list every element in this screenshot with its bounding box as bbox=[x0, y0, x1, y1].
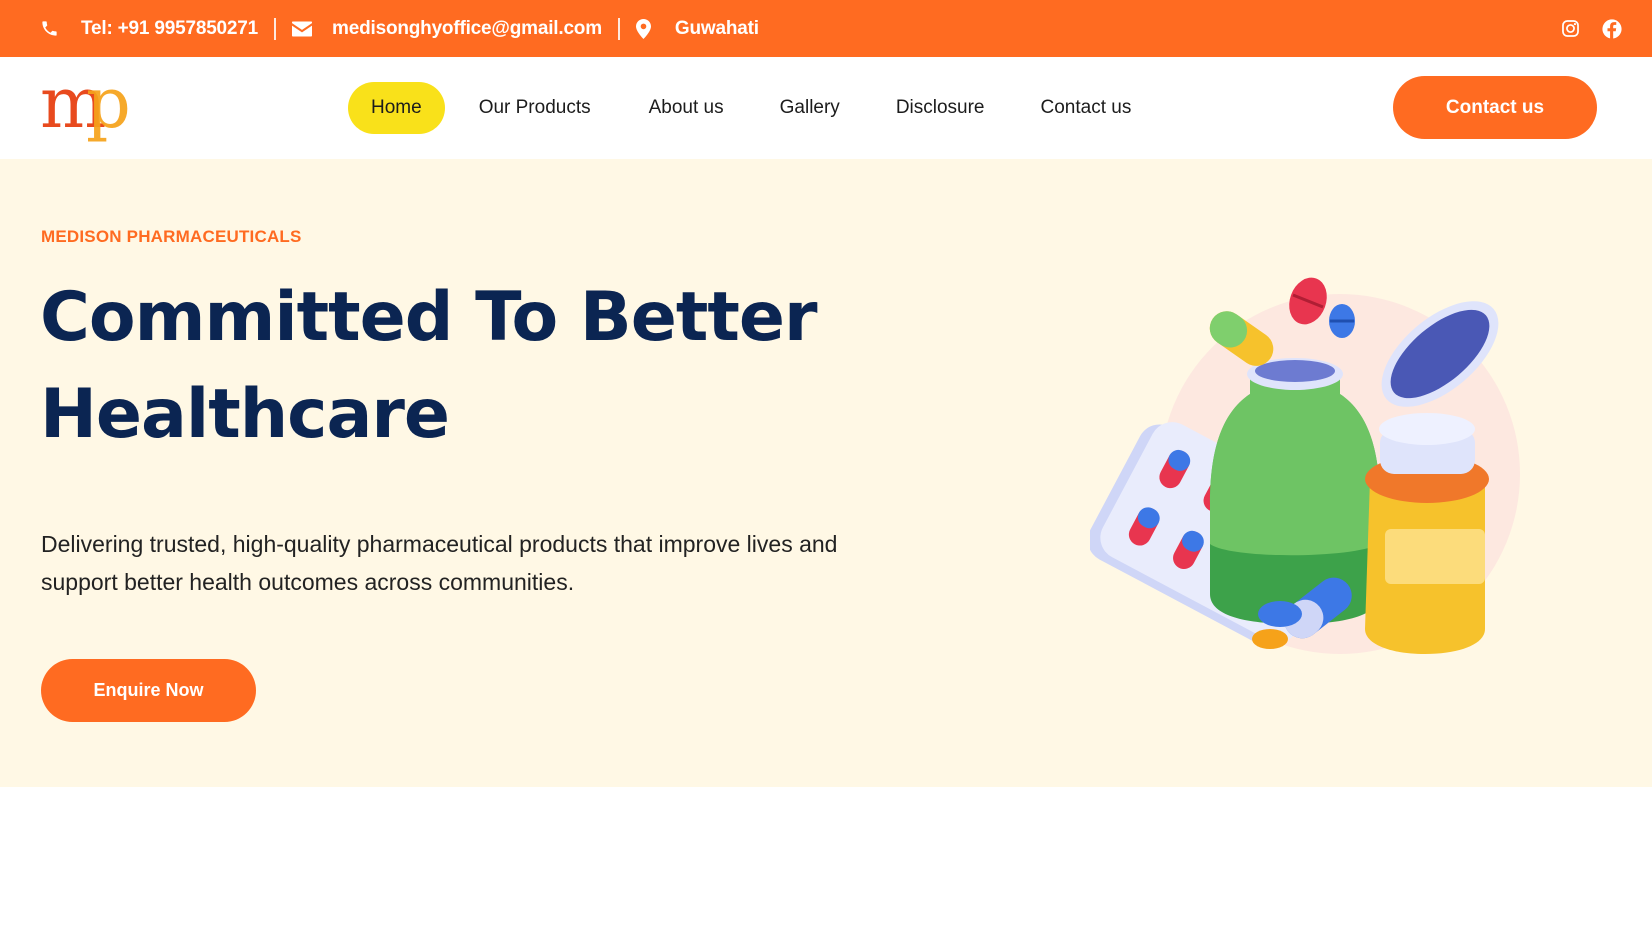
hero-description: Delivering trusted, high-quality pharmac… bbox=[41, 525, 981, 601]
facebook-icon[interactable] bbox=[1602, 18, 1622, 39]
nav-item-gallery[interactable]: Gallery bbox=[758, 82, 862, 134]
contact-us-button[interactable]: Contact us bbox=[1393, 76, 1597, 139]
main-navbar: m p Home Our Products About us Gallery D… bbox=[0, 57, 1652, 159]
phone-number: Tel: +91 9957850271 bbox=[81, 17, 259, 39]
primary-navigation: Home Our Products About us Gallery Discl… bbox=[348, 82, 1153, 134]
brand-logo[interactable]: m p bbox=[40, 62, 150, 147]
nav-item-contact-us[interactable]: Contact us bbox=[1019, 82, 1154, 134]
hero-section: MEDISON PHARMACEUTICALS Committed To Bet… bbox=[0, 159, 1652, 787]
nav-item-home[interactable]: Home bbox=[348, 82, 445, 134]
nav-item-our-products[interactable]: Our Products bbox=[457, 82, 613, 134]
enquire-now-button[interactable]: Enquire Now bbox=[41, 659, 256, 722]
instagram-icon[interactable] bbox=[1561, 19, 1580, 38]
divider bbox=[274, 17, 277, 40]
map-pin-icon bbox=[635, 18, 651, 39]
social-links bbox=[1561, 0, 1622, 57]
divider bbox=[617, 17, 620, 40]
nav-item-disclosure[interactable]: Disclosure bbox=[874, 82, 1007, 134]
email-address: medisonghyoffice@gmail.com bbox=[332, 17, 602, 39]
phone-contact[interactable]: Tel: +91 9957850271 bbox=[40, 18, 258, 40]
hero-description-line-1: Delivering trusted, high-quality pharmac… bbox=[41, 531, 838, 557]
nav-item-about-us[interactable]: About us bbox=[627, 82, 746, 134]
hero-title: Committed To Better Healthcare bbox=[40, 269, 940, 463]
email-contact[interactable]: medisonghyoffice@gmail.com bbox=[292, 18, 602, 40]
phone-icon bbox=[40, 19, 59, 38]
medicine-illustration bbox=[1087, 259, 1530, 689]
svg-text:p: p bbox=[86, 67, 131, 144]
location-text: Guwahati bbox=[674, 17, 759, 39]
hero-title-line-2: Healthcare bbox=[40, 375, 450, 454]
hero-description-line-2: support better health outcomes across co… bbox=[41, 569, 575, 595]
envelope-icon bbox=[292, 21, 313, 37]
hero-kicker: MEDISON PHARMACEUTICALS bbox=[41, 227, 302, 246]
top-contact-bar: Tel: +91 9957850271 medisonghyoffice@gma… bbox=[0, 0, 1652, 57]
hero-title-line-1: Committed To Better bbox=[40, 278, 817, 357]
location-info: Guwahati bbox=[635, 17, 759, 40]
